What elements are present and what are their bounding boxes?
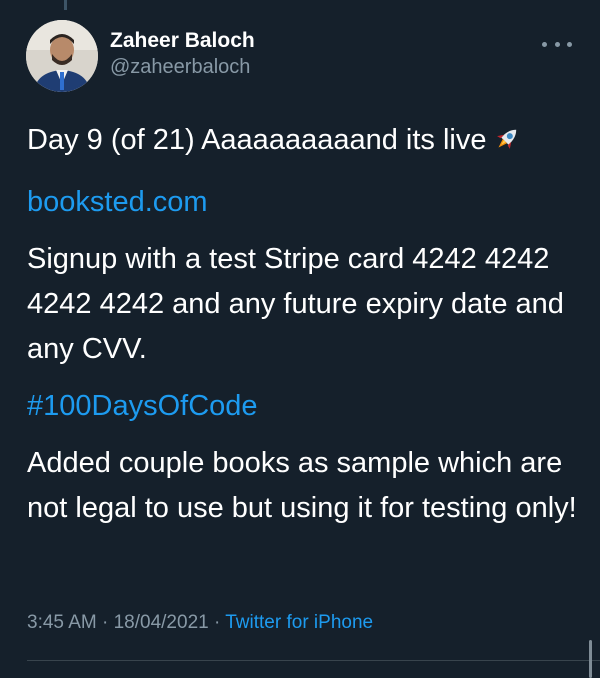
author-display-name[interactable]: Zaheer Baloch bbox=[110, 28, 255, 54]
hashtag-link[interactable]: #100DaysOfCode bbox=[27, 390, 258, 422]
divider bbox=[27, 660, 600, 661]
more-dot bbox=[542, 41, 547, 47]
tweet-line-1-text: Day 9 (of 21) Aaaaaaaaaand its live bbox=[27, 124, 487, 156]
tweet-header: Zaheer Baloch @zaheerbaloch bbox=[24, 18, 576, 94]
author-info: Zaheer Baloch @zaheerbaloch bbox=[110, 28, 255, 80]
booksted-link[interactable]: booksted.com bbox=[27, 186, 208, 218]
more-options-icon[interactable] bbox=[542, 34, 572, 54]
tweet-source-link[interactable]: Twitter for iPhone bbox=[225, 612, 373, 633]
author-avatar[interactable] bbox=[26, 20, 98, 92]
tweet-meta: 3:45 AM · 18/04/2021 · Twitter for iPhon… bbox=[27, 612, 373, 634]
tweet-paragraph-2: Signup with a test Stripe card 4242 4242… bbox=[27, 243, 564, 365]
more-dot bbox=[554, 41, 560, 47]
meta-separator: · bbox=[102, 612, 114, 633]
author-handle[interactable]: @zaheerbaloch bbox=[110, 54, 255, 80]
tweet-body: Day 9 (of 21) Aaaaaaaaaand its live book… bbox=[27, 118, 577, 543]
meta-separator: · bbox=[213, 612, 226, 633]
thread-connector-line bbox=[64, 0, 67, 10]
more-dot bbox=[567, 41, 572, 47]
tweet-hashtag-line: #100DaysOfCode bbox=[27, 384, 577, 429]
tweet-time[interactable]: 3:45 AM bbox=[27, 612, 97, 633]
scrollbar[interactable] bbox=[589, 640, 592, 678]
user-avatar-icon bbox=[26, 20, 98, 92]
tweet-line-1: Day 9 (of 21) Aaaaaaaaaand its live bbox=[27, 118, 577, 168]
rocket-icon bbox=[492, 123, 522, 168]
tweet-paragraph-3: Added couple books as sample which are n… bbox=[27, 447, 577, 524]
tweet-date[interactable]: 18/04/2021 bbox=[114, 612, 209, 633]
tweet-link-line: booksted.com bbox=[27, 180, 577, 225]
